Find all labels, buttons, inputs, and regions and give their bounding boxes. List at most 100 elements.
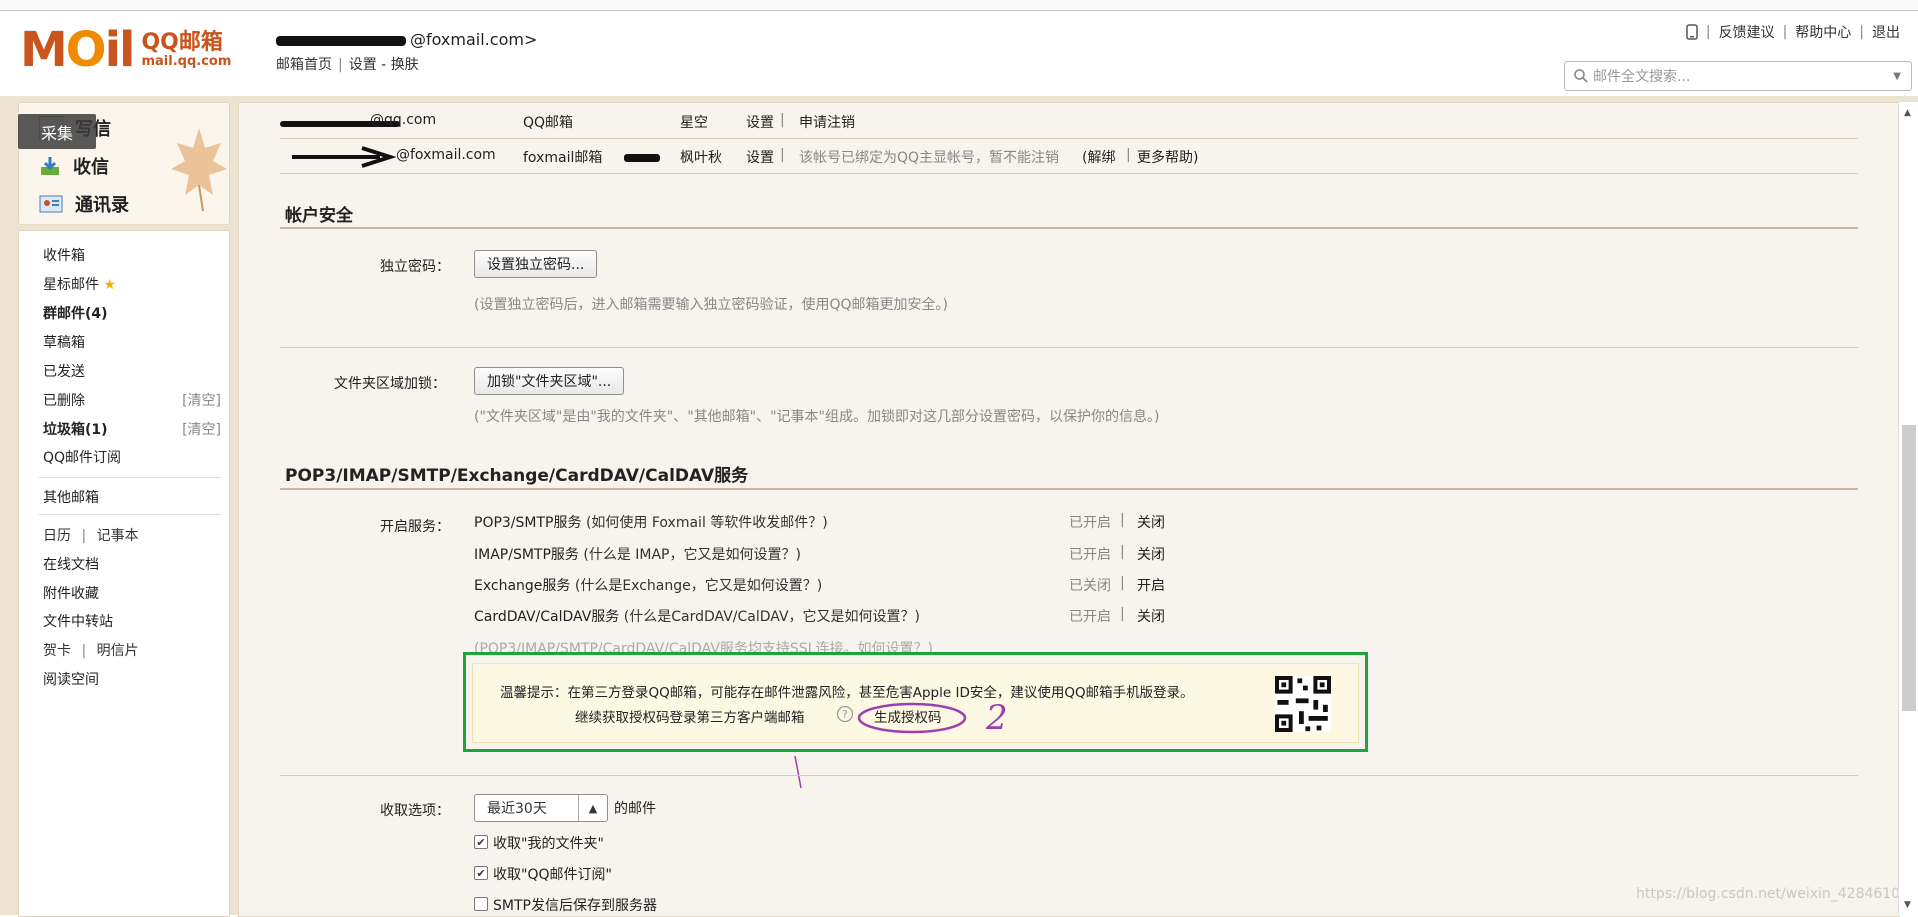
account-settings-link[interactable]: 设置 (746, 112, 774, 132)
set-independent-password-button[interactable]: 设置独立密码... (474, 250, 598, 278)
nav-greeting-cards: 贺卡 | 明信片 (43, 643, 139, 659)
service-toggle-link[interactable]: 关闭 (1137, 512, 1165, 532)
help-center-link[interactable]: 帮助中心 (1795, 22, 1851, 42)
maple-leaf-decoration (171, 128, 227, 212)
open-services-label: 开启服务： (380, 519, 450, 535)
service-help-link[interactable]: (如何使用 Foxmail 等软件收发邮件？) (586, 515, 828, 531)
folder-other-mailboxes[interactable]: 其他邮箱 (43, 487, 99, 507)
independent-password-label: 独立密码： (380, 259, 450, 275)
folder-inbox[interactable]: 收件箱 (43, 245, 85, 265)
smtp-save-label: SMTP发信后保存到服务器 (493, 898, 657, 914)
download-icon (41, 157, 59, 175)
account-email: @qq.com (370, 112, 437, 128)
qq-mail-logo[interactable]: MOil QQ邮箱 mail.qq.com (20, 22, 232, 78)
service-toggle-link[interactable]: 关闭 (1137, 544, 1165, 564)
service-status: 已关闭 (1069, 578, 1111, 594)
scrollbar-thumb[interactable] (1902, 425, 1916, 711)
clear-deleted-link[interactable]: [清空] (182, 390, 221, 410)
independent-password-note: (设置独立密码后，进入邮箱需要输入独立密码验证，使用QQ邮箱更加安全。) (474, 297, 948, 313)
nav-divider (39, 514, 221, 515)
folder-list: 收件箱 星标邮件 ★ 群邮件(4) 草稿箱 已发送 已删除 [清空] 垃圾箱(1… (18, 230, 230, 917)
logo-cn: QQ邮箱 (141, 29, 223, 55)
nav-postcards[interactable]: 明信片 (97, 643, 139, 659)
services-section-title: POP3/IMAP/SMTP/Exchange/CardDAV/CalDAV服务 (285, 466, 749, 486)
cancel-account-link[interactable]: 申请注销 (799, 112, 855, 132)
folder-drafts[interactable]: 草稿箱 (43, 332, 85, 352)
clear-junk-link[interactable]: [清空] (182, 419, 221, 439)
receive-my-folders-label: 收取"我的文件夹" (493, 836, 604, 852)
search-placeholder: 邮件全文搜索... (1593, 69, 1691, 85)
header-links: 邮箱首页 | 设置 - 换肤 (276, 57, 419, 73)
more-help-link[interactable]: 更多帮助) (1137, 147, 1198, 167)
service-status: 已开启 (1069, 515, 1111, 531)
folder-group-mail[interactable]: 群邮件(4) (43, 303, 108, 323)
service-help-link[interactable]: (什么是 IMAP，它又是如何设置？) (583, 547, 801, 563)
nav-attachments[interactable]: 附件收藏 (43, 583, 99, 603)
annotation-stroke (794, 755, 802, 789)
folder-lock-button[interactable]: 加锁"文件夹区域"... (474, 367, 625, 395)
annotation-ellipse (857, 702, 967, 734)
stepper-arrows-icon: ▲ (578, 795, 607, 821)
window-top-strip (0, 0, 1918, 11)
service-help-link[interactable]: (什么是CardDAV/CalDAV，它又是如何设置？) (624, 609, 920, 625)
logo-mark: MOil (20, 22, 135, 78)
mail-home-link[interactable]: 邮箱首页 (276, 57, 332, 73)
folder-starred[interactable]: 星标邮件 ★ (43, 274, 116, 294)
row-divider (280, 347, 1858, 348)
account-name: 枫叶秋 (680, 150, 722, 166)
account-type: foxmail邮箱 (523, 150, 603, 166)
contacts-button[interactable]: 通讯录 (39, 191, 129, 217)
account-name: 星空 (680, 115, 708, 131)
settings-link[interactable]: 设置 (349, 57, 377, 73)
row-divider (280, 173, 1858, 174)
service-help-link[interactable]: (什么是Exchange，它又是如何设置？) (575, 578, 822, 594)
account-email: @foxmail.com (396, 147, 496, 163)
nav-online-docs[interactable]: 在线文档 (43, 554, 99, 574)
receive-subscriptions-checkbox[interactable]: ✔ (474, 866, 488, 880)
search-icon (1574, 69, 1588, 83)
folder-lock-label: 文件夹区域加锁： (334, 376, 446, 392)
receive-range-select[interactable]: 最近30天 ▲ (474, 794, 608, 822)
service-carddav: CardDAV/CalDAV服务 (什么是CardDAV/CalDAV，它又是如… (474, 609, 920, 625)
user-email: @foxmail.com> (276, 30, 537, 49)
folder-junk[interactable]: 垃圾箱(1) (43, 419, 108, 439)
search-input[interactable]: 邮件全文搜索... ▼ (1564, 61, 1912, 91)
unbind-link[interactable]: (解绑 (1082, 147, 1115, 167)
redaction-mark (276, 35, 406, 46)
nav-reading-space[interactable]: 阅读空间 (43, 669, 99, 689)
skin-link[interactable]: 换肤 (391, 57, 419, 73)
receive-subscriptions-label: 收取"QQ邮件订阅" (493, 867, 612, 883)
qr-code-icon (1275, 676, 1331, 732)
scroll-up-icon[interactable]: ▲ (1904, 108, 1911, 118)
inbox-button[interactable]: 收信 (39, 153, 109, 179)
account-settings-link[interactable]: 设置 (746, 147, 774, 167)
section-rule (280, 488, 1858, 490)
folder-subscriptions[interactable]: QQ邮件订阅 (43, 447, 121, 467)
tip-text: 温馨提示：在第三方登录QQ邮箱，可能存在邮件泄露风险，甚至危害Apple ID安… (500, 685, 1194, 701)
scroll-down-icon[interactable]: ▼ (1904, 900, 1911, 910)
chevron-down-icon[interactable]: ▼ (1893, 71, 1901, 82)
service-imap: IMAP/SMTP服务 (什么是 IMAP，它又是如何设置？) (474, 547, 801, 563)
smtp-save-checkbox[interactable] (474, 897, 488, 911)
receive-my-folders-checkbox[interactable]: ✔ (474, 835, 488, 849)
service-toggle-link[interactable]: 关闭 (1137, 606, 1165, 626)
help-question-icon[interactable]: ? (836, 705, 854, 723)
folder-deleted[interactable]: 已删除 (43, 390, 85, 410)
nav-file-transfer[interactable]: 文件中转站 (43, 611, 113, 631)
account-note: 该帐号已绑定为QQ主显帐号，暂不能注销 (799, 150, 1060, 166)
mobile-icon[interactable] (1686, 24, 1698, 40)
logo-en: mail.qq.com (141, 53, 232, 69)
top-right-links: | 反馈建议 | 帮助中心 | 退出 (1686, 22, 1900, 42)
capture-overlay-button[interactable]: 采集 (18, 114, 96, 149)
folder-sent[interactable]: 已发送 (43, 361, 85, 381)
section-rule (280, 227, 1858, 229)
service-toggle-link[interactable]: 开启 (1137, 575, 1165, 595)
service-status: 已开启 (1069, 609, 1111, 625)
nav-notepad[interactable]: 记事本 (97, 528, 139, 544)
svg-text:?: ? (842, 708, 848, 721)
logout-link[interactable]: 退出 (1872, 22, 1900, 42)
feedback-link[interactable]: 反馈建议 (1719, 22, 1775, 42)
nav-divider (39, 477, 221, 478)
receive-options-label: 收取选项： (380, 803, 450, 819)
row-divider (280, 138, 1858, 139)
